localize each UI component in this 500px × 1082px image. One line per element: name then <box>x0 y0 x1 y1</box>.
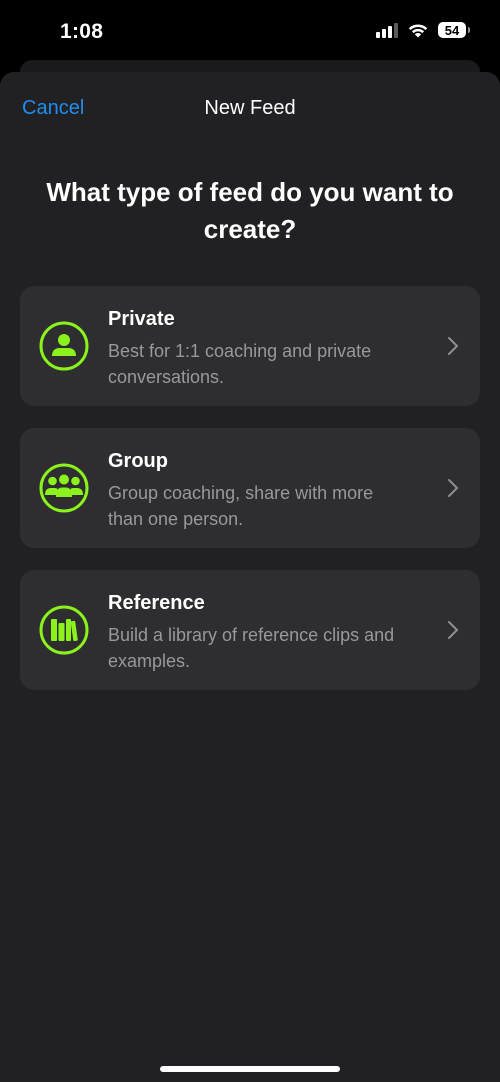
option-description: Best for 1:1 coaching and private conver… <box>108 341 372 387</box>
option-title: Private <box>108 308 175 330</box>
navigation-bar: Cancel New Feed <box>0 72 500 146</box>
option-description: Build a library of reference clips and e… <box>108 625 395 671</box>
status-time: 1:08 <box>60 20 104 43</box>
new-feed-sheet: Cancel New Feed What type of feed do you… <box>0 72 500 1082</box>
page-title: New Feed <box>204 97 296 119</box>
person-circle-icon <box>39 321 89 371</box>
option-group[interactable]: Group Group coaching, share with more th… <box>20 428 480 548</box>
group-circle-icon <box>39 463 89 513</box>
app-screen: 1:08 54 Cancel New Feed What type of fee… <box>0 0 500 1082</box>
chevron-right-icon <box>448 621 458 639</box>
option-reference[interactable]: Reference Build a library of reference c… <box>20 570 480 690</box>
books-circle-icon <box>39 605 89 655</box>
chevron-right-icon <box>448 337 458 355</box>
home-indicator[interactable] <box>160 1066 340 1072</box>
chevron-right-icon <box>448 479 458 497</box>
cellular-signal-icon <box>376 22 398 38</box>
feed-type-options: Private Best for 1:1 coaching and privat… <box>20 286 480 712</box>
option-title: Group <box>108 450 168 472</box>
option-private[interactable]: Private Best for 1:1 coaching and privat… <box>20 286 480 406</box>
feed-type-question: What type of feed do you want to create? <box>46 177 454 244</box>
wifi-icon <box>408 24 428 38</box>
option-title: Reference <box>108 592 205 614</box>
battery-level: 54 <box>444 22 460 38</box>
status-indicators: 54 <box>376 22 470 38</box>
option-description: Group coaching, share with more than one… <box>108 483 374 529</box>
battery-indicator: 54 <box>438 22 470 38</box>
status-bar: 1:08 54 <box>0 0 500 66</box>
